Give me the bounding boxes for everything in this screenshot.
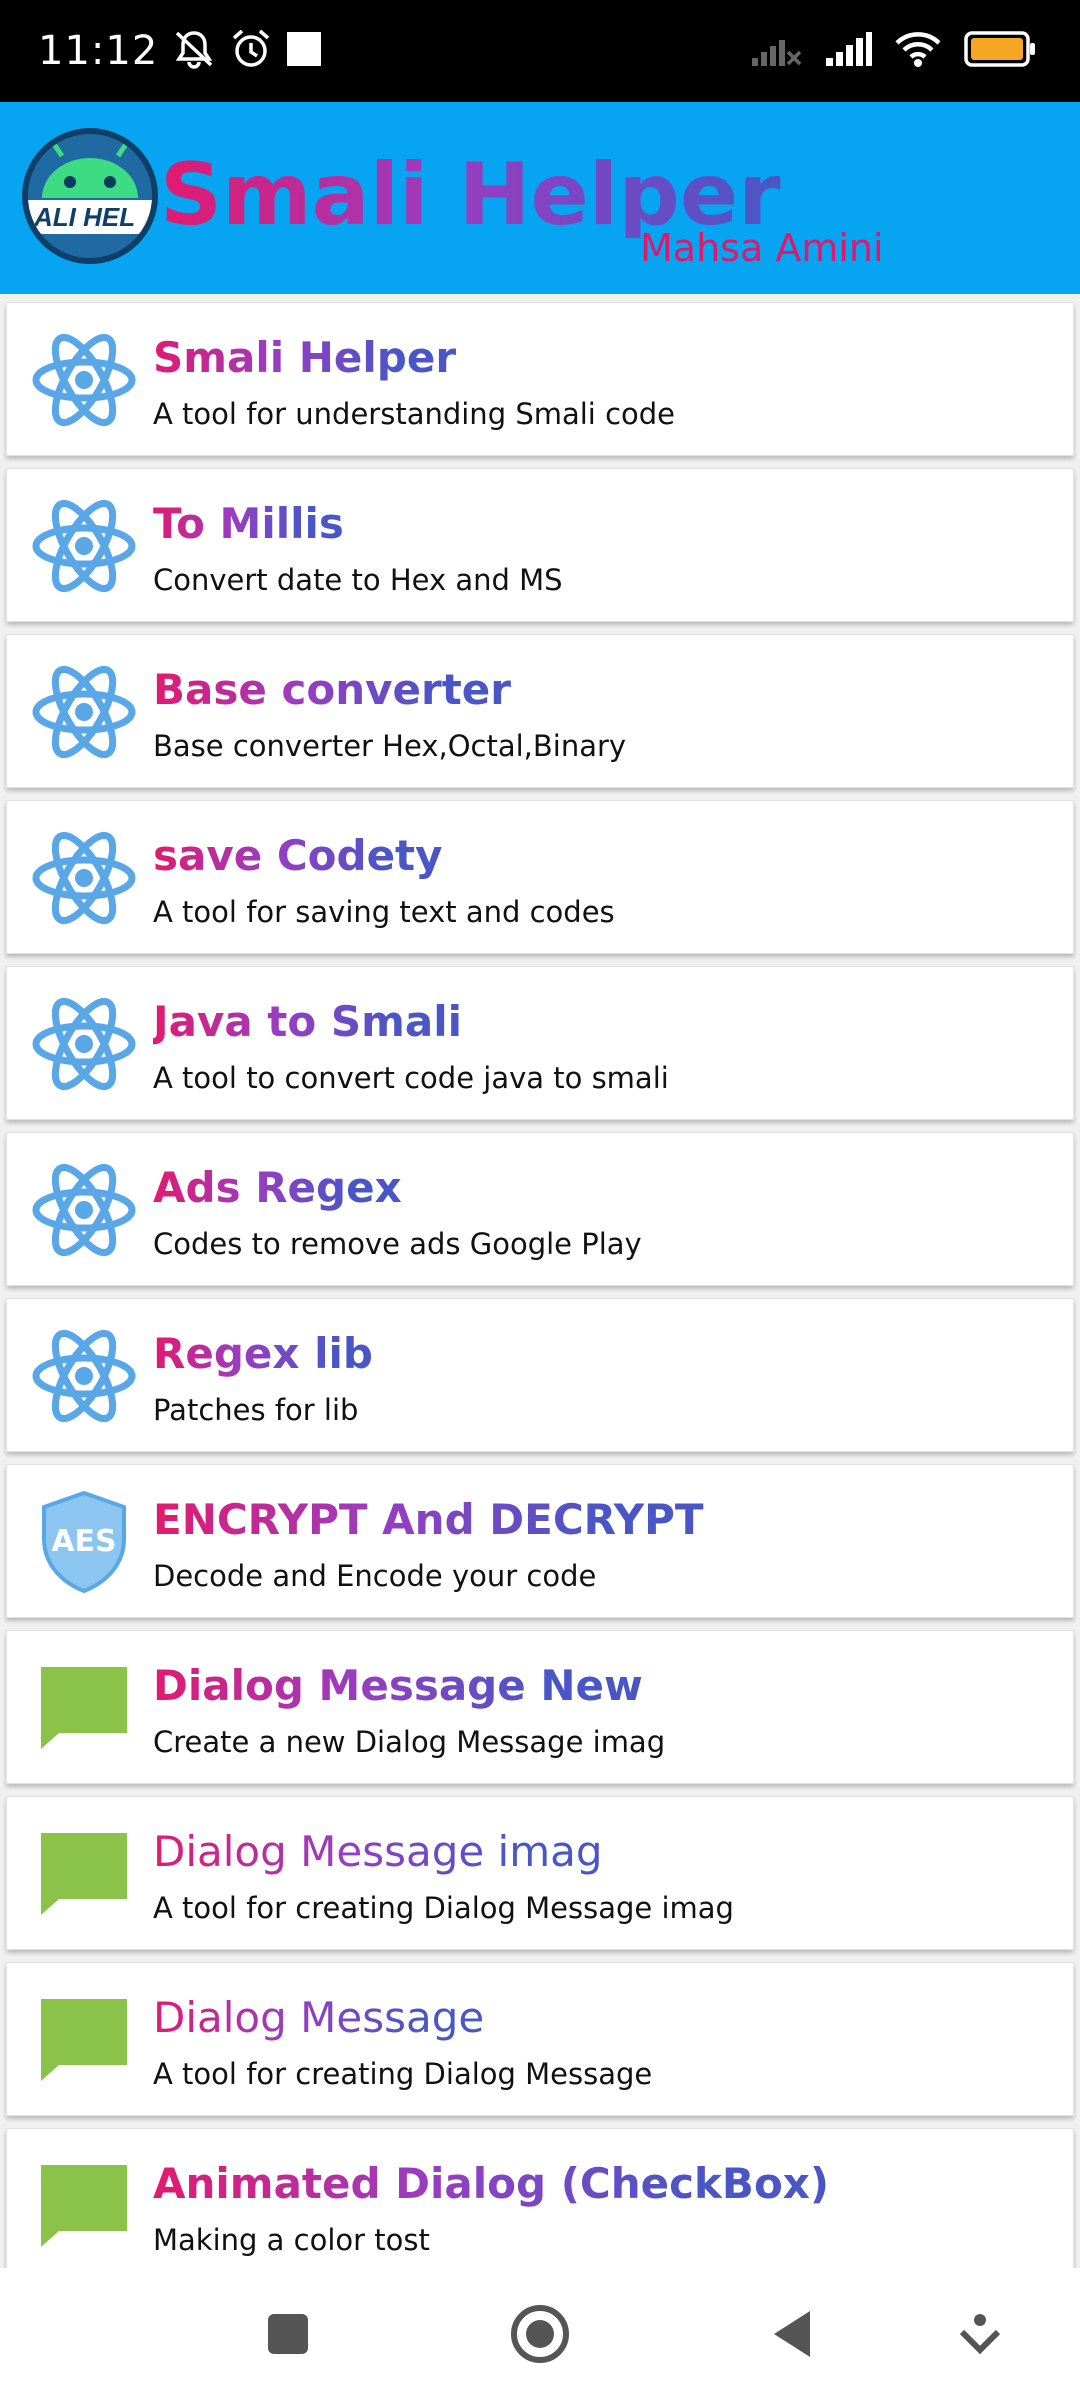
tool-description: Patches for lib	[153, 1393, 359, 1427]
tool-card[interactable]: save Codety A tool for saving text and co…	[6, 800, 1074, 954]
mute-notifications-icon	[172, 29, 216, 73]
atom-icon	[29, 823, 139, 933]
aes-shield-icon: AES	[29, 1487, 139, 1597]
tool-card[interactable]: To Millis Convert date to Hex and MS	[6, 468, 1074, 622]
tool-card[interactable]: Ads Regex Codes to remove ads Google Play	[6, 1132, 1074, 1286]
tool-card[interactable]: Dialog Message New Create a new Dialog Me…	[6, 1630, 1074, 1784]
accessibility-icon	[959, 2314, 1001, 2355]
status-bar: 11:12	[0, 0, 1080, 102]
tool-title: To Millis	[153, 499, 344, 548]
logo-text: ALI HEL	[33, 202, 135, 232]
tool-title: Java to Smali	[153, 997, 463, 1046]
status-time: 11:12	[38, 28, 159, 74]
home-button[interactable]	[508, 2302, 572, 2366]
tool-title: Regex lib	[153, 1329, 373, 1378]
tool-card[interactable]: Java to Smali A tool to convert code java…	[6, 966, 1074, 1120]
tool-title: Dialog Message	[153, 1993, 485, 2042]
tool-card[interactable]: Smali Helper A tool for understanding Sma…	[6, 302, 1074, 456]
atom-icon	[29, 989, 139, 1099]
notification-square-icon	[286, 31, 322, 71]
app-header: ALI HEL Smali Helper Mahsa Amini	[0, 102, 1080, 294]
tool-description: A tool for creating Dialog Message	[153, 2057, 653, 2091]
atom-icon	[29, 1155, 139, 1265]
tool-card[interactable]: Regex lib Patches for lib	[6, 1298, 1074, 1452]
tool-description: A tool for understanding Smali code	[153, 397, 676, 431]
android-logo-icon: ALI HEL	[28, 134, 152, 258]
tool-description: Convert date to Hex and MS	[153, 563, 563, 597]
message-bubble-icon	[29, 2151, 139, 2261]
tool-title: Ads Regex	[153, 1163, 402, 1212]
tool-description: Base converter Hex,Octal,Binary	[153, 729, 627, 763]
tool-card[interactable]: Base converter Base converter Hex,Octal,B…	[6, 634, 1074, 788]
tool-description: A tool to convert code java to smali	[153, 1061, 669, 1095]
tool-title: Dialog Message New	[153, 1661, 643, 1710]
tool-title: Dialog Message imag	[153, 1827, 603, 1876]
navigation-bar	[0, 2268, 1080, 2400]
tool-description: Making a color tost	[153, 2223, 430, 2257]
alarm-icon	[230, 28, 272, 74]
message-bubble-icon	[29, 1819, 139, 1929]
back-button[interactable]	[760, 2302, 824, 2366]
wifi-icon	[894, 30, 942, 72]
message-bubble-icon	[29, 1985, 139, 2095]
tool-card[interactable]: Dialog Message imag A tool for creating D…	[6, 1796, 1074, 1950]
tool-description: Codes to remove ads Google Play	[153, 1227, 642, 1261]
signal-no-service-icon	[750, 32, 802, 70]
tool-title: ENCRYPT And DECRYPT	[153, 1495, 704, 1544]
accessibility-button[interactable]	[948, 2302, 1012, 2366]
signal-strength-icon	[824, 32, 872, 70]
square-icon	[268, 2314, 308, 2354]
app-subtitle: Mahsa Amini	[640, 226, 884, 270]
tool-title: Base converter	[153, 665, 511, 714]
app-logo: ALI HEL	[22, 128, 158, 264]
tool-description: A tool for saving text and codes	[153, 895, 615, 929]
tool-title: Animated Dialog (CheckBox)	[153, 2159, 830, 2208]
tool-description: Decode and Encode your code	[153, 1559, 597, 1593]
tool-description: Create a new Dialog Message imag	[153, 1725, 666, 1759]
tool-card[interactable]: Dialog Message A tool for creating Dialog…	[6, 1962, 1074, 2116]
tool-title: Smali Helper	[153, 333, 457, 382]
svg-text:AES: AES	[51, 1524, 116, 1559]
battery-icon	[964, 31, 1036, 71]
tool-card[interactable]: Animated Dialog (CheckBox) Making a color…	[6, 2128, 1074, 2282]
atom-icon	[29, 1321, 139, 1431]
tool-card[interactable]: AES ENCRYPT And DECRYPT Decode and Encode …	[6, 1464, 1074, 1618]
back-triangle-icon	[774, 2311, 810, 2357]
atom-icon	[29, 325, 139, 435]
home-circle-icon	[511, 2305, 569, 2363]
atom-icon	[29, 491, 139, 601]
recent-apps-button[interactable]	[256, 2302, 320, 2366]
atom-icon	[29, 657, 139, 767]
tool-title: save Codety	[153, 831, 443, 880]
tool-description: A tool for creating Dialog Message imag	[153, 1891, 734, 1925]
message-bubble-icon	[29, 1653, 139, 1763]
